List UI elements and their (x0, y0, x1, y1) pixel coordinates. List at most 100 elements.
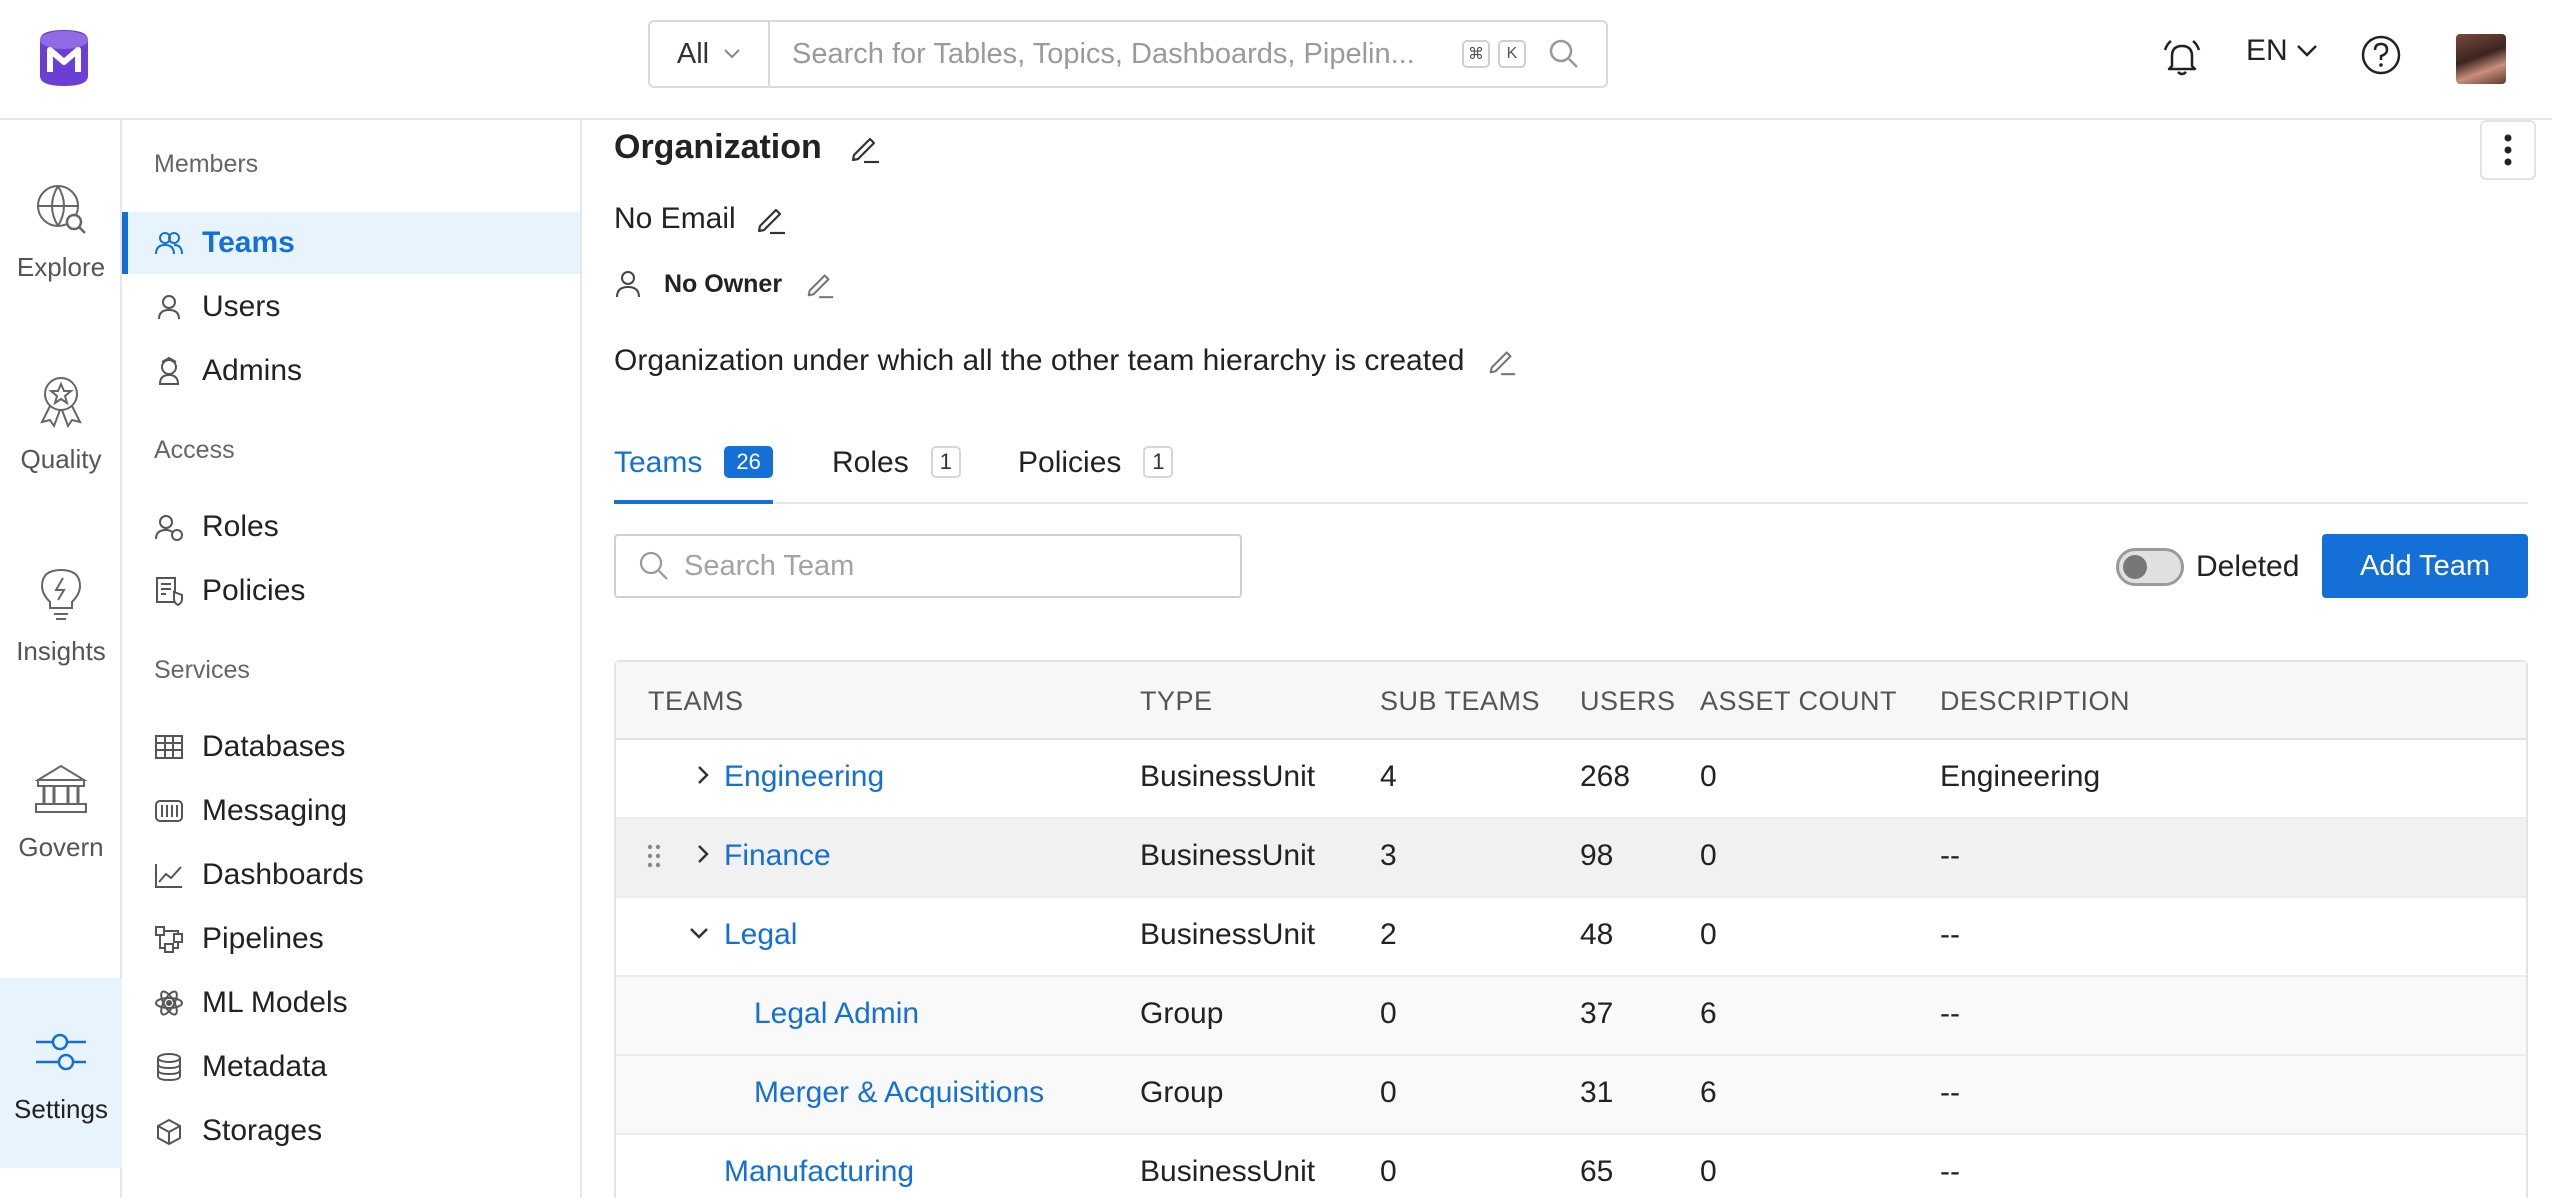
sidebar-label-pipelines: Pipelines (202, 922, 324, 955)
sidebar-item-pipelines[interactable]: Pipelines (122, 908, 580, 970)
sidebar-item-metadata[interactable]: Metadata (122, 1036, 580, 1098)
table-row[interactable]: Legal BusinessUnit 2 48 0 -- (616, 898, 2526, 977)
team-sub-teams: 0 (1380, 997, 1397, 1030)
rail-item-settings[interactable]: Settings (0, 978, 122, 1168)
add-team-button[interactable]: Add Team (2322, 534, 2528, 598)
rail-label-settings: Settings (14, 1093, 108, 1124)
sidebar-item-ml-models[interactable]: ML Models (122, 972, 580, 1034)
logo-icon[interactable] (36, 26, 92, 90)
pipeline-icon (155, 926, 183, 953)
team-sub-teams: 0 (1380, 1076, 1397, 1109)
team-type: BusinessUnit (1140, 1155, 1316, 1188)
global-search: All ⌘ K (648, 20, 1608, 88)
team-name-link[interactable]: Engineering (724, 760, 884, 794)
chevron-down-icon (2296, 45, 2317, 57)
team-name-link[interactable]: Merger & Acquisitions (754, 1076, 1044, 1110)
roles-icon (155, 515, 183, 541)
tab-bar: Teams 26 Roles 1 Policies 1 (614, 426, 2528, 504)
col-header-users: USERS (1580, 686, 1676, 716)
sidebar-item-storages[interactable]: Storages (122, 1100, 580, 1162)
language-select[interactable]: EN (2246, 34, 2318, 68)
tab-roles[interactable]: Roles 1 (832, 426, 961, 504)
table-row[interactable]: Engineering BusinessUnit 4 268 0 Enginee… (616, 740, 2526, 819)
team-asset-count: 0 (1700, 839, 1717, 872)
search-icon (1549, 39, 1578, 68)
edit-description-icon[interactable] (1486, 345, 1518, 377)
team-asset-count: 0 (1700, 918, 1717, 951)
rail-label-explore: Explore (16, 252, 106, 282)
email-row: No Email (614, 202, 788, 236)
notification-bell-icon[interactable] (2160, 36, 2204, 80)
search-button[interactable] (1534, 22, 1594, 86)
page-title: Organization (614, 128, 822, 166)
tab-policies[interactable]: Policies 1 (1018, 426, 1174, 504)
tab-label-roles: Roles (832, 446, 909, 479)
team-description: -- (1940, 839, 1960, 872)
team-sub-teams: 2 (1380, 918, 1397, 951)
team-sub-teams: 3 (1380, 839, 1397, 872)
team-users: 48 (1580, 918, 1614, 951)
main-content: Organization No Email No Owner Organizat… (582, 120, 2552, 1198)
deleted-toggle[interactable] (2116, 548, 2184, 586)
rail-item-explore[interactable]: Explore (0, 180, 122, 283)
help-icon[interactable] (2360, 34, 2402, 76)
table-row[interactable]: Legal Admin Group 0 37 6 -- (616, 977, 2526, 1056)
tab-teams[interactable]: Teams 26 (614, 426, 773, 504)
team-search-input[interactable] (684, 549, 1204, 583)
team-description: -- (1940, 997, 1960, 1030)
rail-item-quality[interactable]: Quality (0, 372, 122, 475)
edit-email-icon[interactable] (754, 202, 788, 236)
description-row: Organization under which all the other t… (614, 344, 1518, 378)
rail-item-govern[interactable]: Govern (0, 760, 122, 863)
more-options-button[interactable] (2480, 120, 2536, 180)
table-row[interactable]: Manufacturing BusinessUnit 0 65 0 -- (616, 1135, 2526, 1198)
team-name-link[interactable]: Legal (724, 918, 797, 952)
team-asset-count: 0 (1700, 760, 1717, 793)
deleted-label: Deleted (2196, 550, 2300, 583)
sidebar-item-dashboards[interactable]: Dashboards (122, 844, 580, 906)
chevron-right-icon[interactable] (690, 762, 716, 788)
ml-model-icon (155, 990, 183, 1016)
tab-count-roles: 1 (930, 446, 961, 478)
sidebar-item-users[interactable]: Users (122, 276, 580, 338)
tab-label-policies: Policies (1018, 446, 1122, 479)
storage-icon (157, 1118, 181, 1146)
owner-row: No Owner (614, 268, 836, 300)
tab-label-teams: Teams (614, 446, 703, 479)
search-scope-select[interactable]: All (650, 22, 770, 86)
rail-item-insights[interactable]: Insights (0, 564, 122, 667)
team-name-link[interactable]: Manufacturing (724, 1155, 914, 1189)
chevron-down-icon[interactable] (686, 920, 712, 946)
sidebar-item-roles[interactable]: Roles (122, 496, 580, 558)
table-row[interactable]: Finance BusinessUnit 3 98 0 -- (616, 819, 2526, 898)
col-header-asset-count: ASSET COUNT (1700, 686, 1898, 716)
owner-user-icon (616, 271, 640, 298)
team-name-link[interactable]: Finance (724, 839, 831, 873)
drag-handle-icon[interactable] (646, 843, 662, 869)
edit-title-icon[interactable] (848, 131, 882, 165)
sidebar-item-messaging[interactable]: Messaging (122, 780, 580, 842)
team-name-link[interactable]: Legal Admin (754, 997, 919, 1031)
chevron-down-icon (724, 49, 740, 59)
language-label: EN (2246, 34, 2288, 67)
sidebar-item-policies[interactable]: Policies (122, 560, 580, 622)
col-header-description: DESCRIPTION (1940, 686, 2131, 716)
team-description: Engineering (1940, 760, 2101, 793)
owner-value: No Owner (664, 269, 783, 298)
edit-owner-icon[interactable] (804, 268, 836, 300)
user-avatar[interactable] (2456, 34, 2506, 84)
sidebar-label-ml-models: ML Models (202, 986, 348, 1019)
search-input[interactable] (770, 22, 1462, 86)
kebab-menu-icon (2504, 134, 2512, 166)
team-asset-count: 0 (1700, 1155, 1717, 1188)
admin-icon (158, 356, 180, 385)
col-header-teams: TEAMS (648, 686, 744, 716)
sidebar-label-dashboards: Dashboards (202, 858, 364, 891)
sidebar-item-teams[interactable]: Teams (122, 212, 580, 274)
teams-table: TEAMS TYPE SUB TEAMS USERS ASSET COUNT D… (614, 660, 2528, 1198)
sidebar-item-databases[interactable]: Databases (122, 716, 580, 778)
sidebar-item-admins[interactable]: Admins (122, 340, 580, 402)
team-users: 37 (1580, 997, 1614, 1030)
chevron-right-icon[interactable] (690, 841, 716, 867)
table-row[interactable]: Merger & Acquisitions Group 0 31 6 -- (616, 1056, 2526, 1135)
